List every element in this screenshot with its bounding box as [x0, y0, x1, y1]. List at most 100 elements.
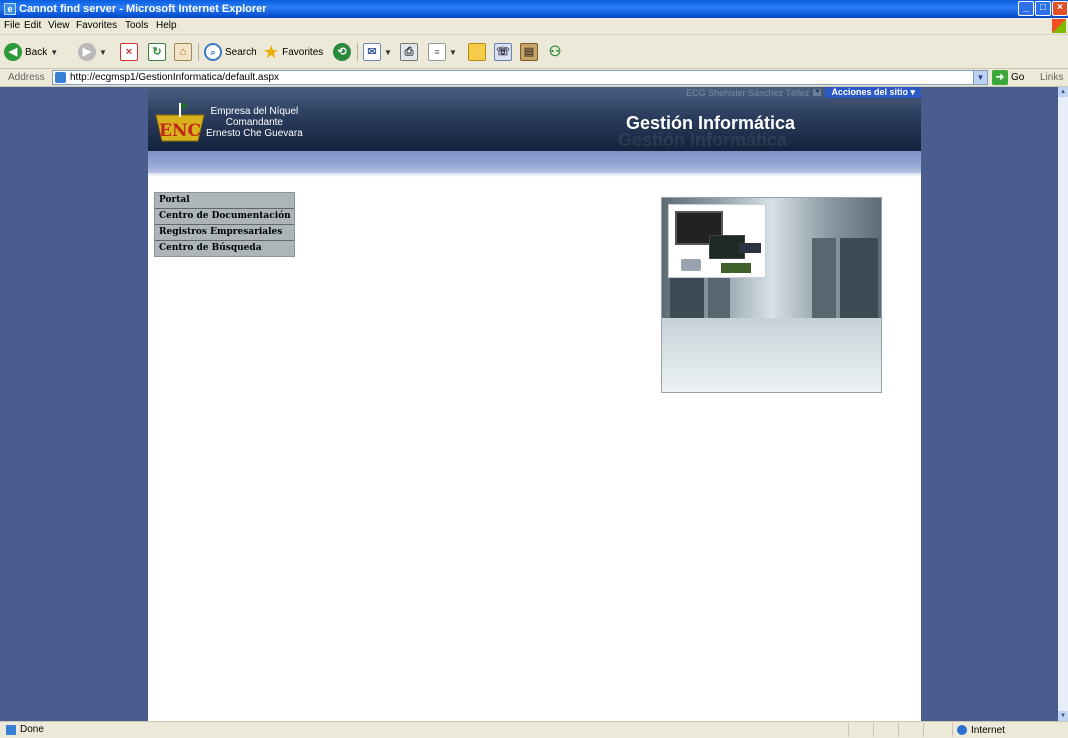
company-logo: ENC — [154, 101, 206, 145]
research-icon: ▤ — [520, 43, 538, 61]
home-button[interactable]: ⌂ — [174, 42, 192, 62]
links-button[interactable]: Links — [1040, 72, 1063, 83]
windows-logo-icon — [1052, 19, 1066, 33]
hard-disk-icon — [681, 259, 701, 271]
site-title[interactable]: Gestión Informática — [626, 113, 795, 134]
refresh-button[interactable]: ↻ — [148, 42, 166, 62]
hardware-inset-image — [668, 204, 766, 278]
top-nav-band — [148, 151, 921, 173]
go-label: Go — [1011, 72, 1025, 83]
company-name: Empresa del Níquel Comandante Ernesto Ch… — [206, 106, 303, 139]
home-icon: ⌂ — [174, 43, 192, 61]
vertical-scrollbar[interactable]: ▲ ▼ — [1058, 87, 1068, 721]
site-header: ECG Shehisler Sánchez Téllez ▼ Acciones … — [148, 87, 921, 151]
page-done-icon — [6, 725, 16, 735]
stop-icon: × — [120, 43, 138, 61]
site-actions-menu[interactable]: Acciones del sitio ▾ — [825, 87, 921, 98]
back-arrow-icon: ◀ — [4, 43, 22, 61]
forward-dropdown-icon[interactable]: ▼ — [99, 48, 107, 57]
edit-page-icon: ≡ — [428, 43, 446, 61]
mail-button[interactable]: ✉ ▼ — [363, 42, 392, 62]
scroll-down-icon[interactable]: ▼ — [1058, 711, 1068, 721]
nav-item-portal[interactable]: Portal — [155, 193, 294, 209]
status-text: Done — [20, 724, 44, 735]
menu-favorites[interactable]: Favorites — [76, 20, 117, 31]
ie-app-icon: e — [4, 3, 16, 15]
folder-icon — [468, 43, 486, 61]
folder-button[interactable] — [468, 42, 486, 62]
standard-toolbar: ◀ Back ▼ ▶ ▼ × ↻ ⌂ ⌕ Search ★ Favorites … — [0, 35, 1068, 69]
company-line-3: Ernesto Che Guevara — [206, 128, 303, 139]
user-name[interactable]: ECG Shehisler Sánchez Téllez — [686, 88, 809, 98]
nav-item-registros-empresariales[interactable]: Registros Empresariales — [155, 225, 294, 241]
favorites-label: Favorites — [282, 46, 324, 58]
favorites-button[interactable]: ★ Favorites — [263, 42, 323, 62]
window-title-bar[interactable]: e Cannot find server - Microsoft Interne… — [0, 0, 1068, 18]
star-icon: ★ — [263, 42, 280, 62]
users-button[interactable]: ⚇ — [546, 42, 564, 62]
research-button[interactable]: ▤ — [520, 42, 538, 62]
menu-edit[interactable]: Edit — [24, 20, 41, 31]
toolbar-separator — [357, 43, 358, 61]
close-button[interactable]: × — [1052, 1, 1068, 16]
mail-dropdown-icon[interactable]: ▼ — [384, 48, 392, 57]
forward-button[interactable]: ▶ ▼ — [78, 42, 107, 62]
internet-globe-icon — [957, 725, 967, 735]
datacenter-floor — [662, 318, 881, 392]
status-panels — [848, 723, 948, 737]
user-strip: ECG Shehisler Sánchez Téllez ▼ Acciones … — [686, 87, 921, 98]
back-dropdown-icon[interactable]: ▼ — [50, 48, 58, 57]
messenger-button[interactable]: ☏ — [494, 42, 512, 62]
address-bar: Address http://ecgmsp1/GestionInformatic… — [0, 69, 1068, 87]
menu-tools[interactable]: Tools — [125, 20, 148, 31]
print-button[interactable]: ⎙ — [400, 42, 418, 62]
mail-icon: ✉ — [363, 43, 381, 61]
page-viewport: ECG Shehisler Sánchez Téllez ▼ Acciones … — [0, 87, 1068, 721]
go-button[interactable]: ➜ Go — [992, 70, 1024, 85]
messenger-icon: ☏ — [494, 43, 512, 61]
go-arrow-icon: ➜ — [992, 70, 1008, 85]
toolbar-separator — [198, 43, 199, 61]
minimize-button[interactable]: _ — [1018, 1, 1034, 16]
edit-button[interactable]: ≡ ▼ — [428, 42, 457, 62]
menu-file[interactable]: File — [4, 20, 20, 31]
circuit-board-icon — [721, 263, 751, 273]
nav-item-centro-busqueda[interactable]: Centro de Búsqueda — [155, 241, 294, 256]
print-icon: ⎙ — [400, 43, 418, 61]
address-dropdown-icon[interactable]: ▼ — [973, 71, 987, 84]
back-label: Back — [25, 46, 48, 58]
search-button[interactable]: ⌕ Search — [204, 42, 257, 62]
sharepoint-page: ECG Shehisler Sánchez Téllez ▼ Acciones … — [148, 87, 921, 721]
address-input[interactable]: http://ecgmsp1/GestionInformatica/defaul… — [52, 70, 988, 85]
status-bar: Done Internet — [0, 721, 1068, 738]
router-icon — [739, 243, 761, 253]
users-icon: ⚇ — [548, 43, 562, 59]
history-icon: ⟲ — [333, 43, 351, 61]
back-button[interactable]: ◀ Back ▼ — [4, 42, 58, 62]
search-label: Search — [225, 46, 257, 58]
site-actions-label: Acciones del sitio — [831, 87, 908, 97]
menu-view[interactable]: View — [48, 20, 70, 31]
stop-button[interactable]: × — [120, 42, 138, 62]
history-button[interactable]: ⟲ — [333, 42, 351, 62]
scroll-up-icon[interactable]: ▲ — [1058, 87, 1068, 97]
forward-arrow-icon: ▶ — [78, 43, 96, 61]
datacenter-image — [661, 197, 882, 393]
user-menu-dropdown-icon[interactable]: ▼ — [813, 89, 822, 96]
company-line-1: Empresa del Níquel — [210, 106, 299, 117]
zone-label: Internet — [971, 724, 1005, 736]
security-zone: Internet — [952, 723, 1005, 737]
maximize-button[interactable]: □ — [1035, 1, 1051, 16]
edit-dropdown-icon[interactable]: ▼ — [449, 48, 457, 57]
company-line-2: Comandante — [225, 117, 283, 128]
nav-item-centro-documentacion[interactable]: Centro de Documentación — [155, 209, 294, 225]
refresh-icon: ↻ — [148, 43, 166, 61]
menu-help[interactable]: Help — [156, 20, 177, 31]
address-label: Address — [8, 72, 45, 83]
address-url[interactable]: http://ecgmsp1/GestionInformatica/defaul… — [70, 72, 279, 83]
search-icon: ⌕ — [204, 43, 222, 61]
menu-bar: File Edit View Favorites Tools Help — [0, 18, 1068, 35]
page-icon — [55, 72, 66, 83]
svg-text:ENC: ENC — [159, 121, 201, 141]
quick-launch-nav: Portal Centro de Documentación Registros… — [154, 192, 295, 257]
